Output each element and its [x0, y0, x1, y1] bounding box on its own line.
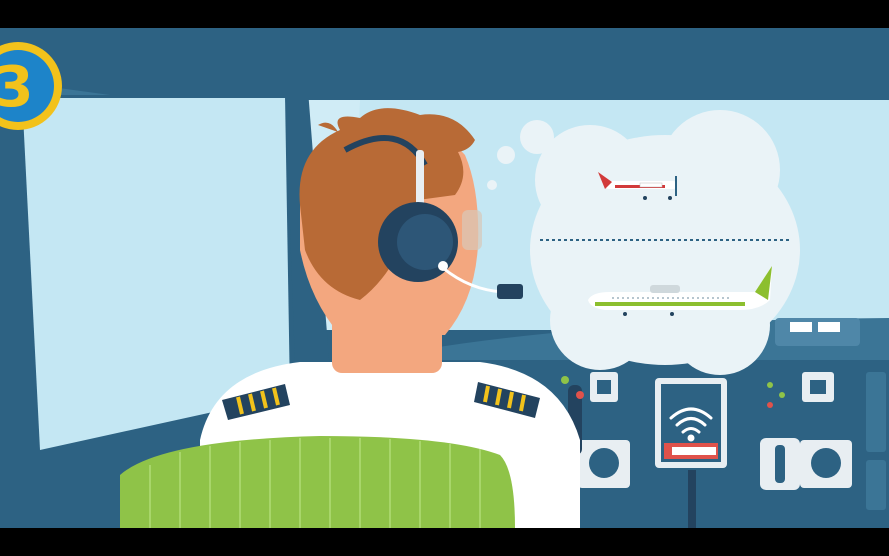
- dial-gauge: [589, 448, 619, 478]
- cockpit-illustration: 3: [0, 0, 889, 556]
- status-light: [576, 391, 584, 399]
- display-light: [790, 322, 812, 332]
- gauge-face: [597, 380, 611, 394]
- status-light: [561, 376, 569, 384]
- gauge-slot: [775, 445, 785, 483]
- side-panel: [866, 372, 886, 452]
- side-panel: [866, 460, 886, 510]
- alert-bar-fill: [672, 447, 716, 455]
- overhead-display: [775, 318, 860, 346]
- center-column: [688, 470, 696, 528]
- cockpit-roof: [0, 28, 889, 98]
- status-light: [779, 392, 785, 398]
- bottom-letterbox: [0, 528, 889, 556]
- badge-number: 3: [0, 55, 33, 120]
- sunglasses: [462, 210, 482, 250]
- display-light: [818, 322, 840, 332]
- gauge-face: [810, 380, 826, 394]
- status-light: [767, 382, 773, 388]
- status-light: [767, 402, 773, 408]
- dial-gauge: [811, 448, 841, 478]
